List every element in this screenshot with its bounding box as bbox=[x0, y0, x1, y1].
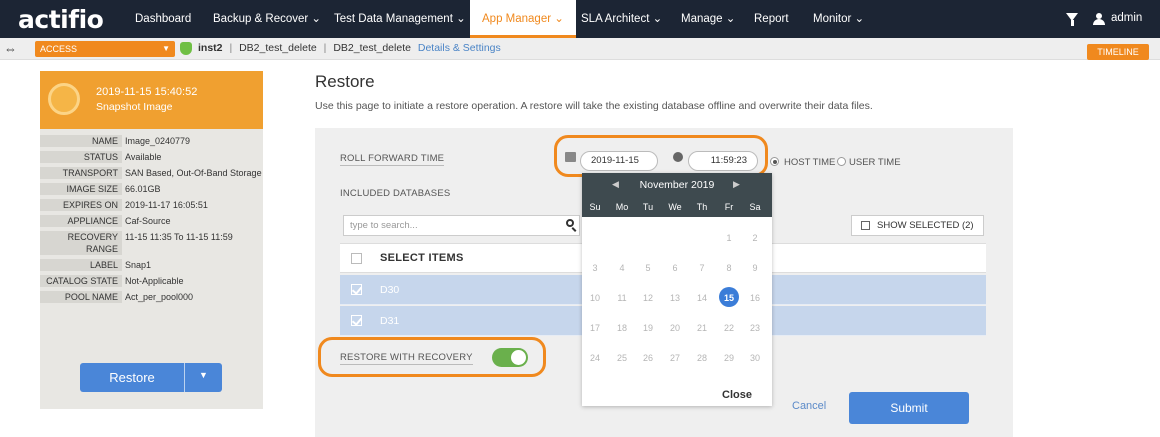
snapshot-type: Snapshot Image bbox=[96, 101, 173, 113]
shield-icon bbox=[180, 42, 192, 55]
prop-image-size: IMAGE SIZE 66.01GB bbox=[40, 181, 263, 197]
snapshot-properties: NAME Image_0240779 STATUS Available TRANSP… bbox=[40, 133, 263, 305]
search-icon[interactable] bbox=[566, 219, 574, 227]
snapshot-icon bbox=[48, 83, 80, 115]
calendar-day[interactable]: 13 bbox=[664, 293, 686, 303]
select-items-header: SELECT ITEMS bbox=[380, 252, 464, 264]
prop-catalog-state: CATALOG STATE Not-Applicable bbox=[40, 273, 263, 289]
calendar-day[interactable]: 20 bbox=[664, 323, 686, 333]
calendar-day[interactable]: 21 bbox=[691, 323, 713, 333]
calendar-day[interactable]: 23 bbox=[744, 323, 766, 333]
restore-options-dropdown[interactable]: ▼ bbox=[185, 370, 222, 380]
date-picker-popup: ◀ November 2019 ▶ Su Mo Tu We Th Fr Sa 1… bbox=[582, 173, 772, 406]
calendar-day[interactable]: 3 bbox=[584, 263, 606, 273]
prop-name: NAME Image_0240779 bbox=[40, 133, 263, 149]
checkbox-icon bbox=[861, 221, 870, 230]
calendar-day[interactable]: 6 bbox=[664, 263, 686, 273]
nav-manage[interactable]: Manage ⌄ bbox=[681, 0, 735, 38]
included-databases-label: INCLUDED DATABASES bbox=[340, 188, 451, 199]
chevron-down-icon: ▼ bbox=[162, 44, 170, 53]
database-name-2: DB2_test_delete bbox=[333, 42, 411, 54]
host-time-radio[interactable] bbox=[770, 157, 779, 166]
prop-appliance: APPLIANCE Caf-Source bbox=[40, 213, 263, 229]
submit-button[interactable]: Submit bbox=[849, 392, 969, 424]
database-name: DB2_test_delete bbox=[239, 42, 317, 54]
timeline-button[interactable]: TIMELINE bbox=[1087, 44, 1149, 60]
row-checkbox[interactable] bbox=[351, 284, 362, 295]
calendar-day[interactable]: 28 bbox=[691, 353, 713, 363]
restore-split-button: Restore ▼ bbox=[80, 363, 222, 392]
nav-report[interactable]: Report bbox=[754, 0, 789, 38]
highlight-recovery bbox=[318, 337, 546, 377]
snapshot-panel: 2019-11-15 15:40:52 Snapshot Image NAME I… bbox=[40, 71, 263, 409]
calendar-days: 1 2 3 4 5 6 7 8 9 10 11 12 13 14 15 16 17 18 19 20 21 22 23 24 2… bbox=[582, 173, 772, 406]
calendar-day[interactable]: 26 bbox=[637, 353, 659, 363]
nav-sla-architect[interactable]: SLA Architect ⌄ bbox=[581, 0, 662, 38]
calendar-day[interactable]: 2 bbox=[744, 233, 766, 243]
snapshot-header: 2019-11-15 15:40:52 Snapshot Image bbox=[40, 71, 263, 129]
calendar-day[interactable]: 9 bbox=[744, 263, 766, 273]
nav-app-manager[interactable]: App Manager ⌄ bbox=[470, 0, 576, 38]
calendar-day[interactable]: 11 bbox=[611, 293, 633, 303]
top-navigation: actifio Dashboard Backup & Recover ⌄ Tes… bbox=[0, 0, 1160, 38]
back-arrow-icon[interactable]: ⇔ bbox=[4, 41, 17, 56]
host-time-label: HOST TIME bbox=[784, 157, 836, 168]
user-menu[interactable]: admin bbox=[1111, 12, 1142, 24]
calendar-day[interactable]: 8 bbox=[718, 263, 740, 273]
nav-dashboard[interactable]: Dashboard bbox=[135, 0, 191, 38]
roll-forward-label: ROLL FORWARD TIME bbox=[340, 153, 445, 166]
calendar-day[interactable]: 18 bbox=[611, 323, 633, 333]
access-label: ACCESS bbox=[40, 44, 78, 54]
calendar-day-selected[interactable]: 15 bbox=[718, 287, 740, 307]
nav-backup-recover[interactable]: Backup & Recover ⌄ bbox=[213, 0, 321, 38]
row-checkbox[interactable] bbox=[351, 315, 362, 326]
calendar-day[interactable]: 5 bbox=[637, 263, 659, 273]
calendar-day[interactable]: 7 bbox=[691, 263, 713, 273]
instance-name: inst2 bbox=[198, 42, 223, 54]
page-title: Restore bbox=[315, 72, 375, 91]
actifio-logo[interactable]: actifio bbox=[18, 5, 104, 34]
calendar-day[interactable]: 16 bbox=[744, 293, 766, 303]
calendar-day[interactable]: 27 bbox=[664, 353, 686, 363]
calendar-day[interactable]: 22 bbox=[718, 323, 740, 333]
prop-recovery-range: RECOVERY RANGE 11-15 11:35 To 11-15 11:59 bbox=[40, 229, 263, 257]
page-description: Use this page to initiate a restore oper… bbox=[315, 100, 873, 112]
highlight-date-time bbox=[554, 135, 768, 177]
calendar-day[interactable]: 10 bbox=[584, 293, 606, 303]
prop-pool-name: POOL NAME Act_per_pool000 bbox=[40, 289, 263, 305]
access-dropdown[interactable]: ACCESS ▼ bbox=[35, 41, 175, 57]
calendar-day[interactable]: 14 bbox=[691, 293, 713, 303]
calendar-day[interactable]: 17 bbox=[584, 323, 606, 333]
show-selected-label: SHOW SELECTED (2) bbox=[877, 220, 974, 231]
details-settings-link[interactable]: Details & Settings bbox=[418, 42, 501, 54]
breadcrumb: inst2 | DB2_test_delete | DB2_test_delet… bbox=[198, 42, 501, 54]
row-label: D31 bbox=[380, 315, 400, 327]
cancel-button[interactable]: Cancel bbox=[792, 400, 826, 412]
select-all-checkbox[interactable] bbox=[351, 253, 362, 264]
calendar-day[interactable]: 25 bbox=[611, 353, 633, 363]
calendar-day[interactable]: 30 bbox=[744, 353, 766, 363]
restore-button[interactable]: Restore bbox=[80, 370, 184, 385]
prop-status: STATUS Available bbox=[40, 149, 263, 165]
calendar-day[interactable]: 12 bbox=[637, 293, 659, 303]
prop-expires-on: EXPIRES ON 2019-11-17 16:05:51 bbox=[40, 197, 263, 213]
row-label: D30 bbox=[380, 284, 400, 296]
user-time-radio[interactable] bbox=[837, 157, 846, 166]
prop-transport: TRANSPORT SAN Based, Out-Of-Band Storage bbox=[40, 165, 263, 181]
snapshot-date: 2019-11-15 15:40:52 bbox=[96, 86, 198, 98]
filter-icon[interactable] bbox=[1066, 13, 1078, 26]
nav-test-data-management[interactable]: Test Data Management ⌄ bbox=[334, 0, 466, 38]
prop-label: LABEL Snap1 bbox=[40, 257, 263, 273]
context-bar: ⇔ ACCESS ▼ inst2 | DB2_test_delete | DB2… bbox=[0, 38, 1160, 60]
show-selected-checkbox[interactable]: SHOW SELECTED (2) bbox=[851, 215, 984, 236]
calendar-day[interactable]: 4 bbox=[611, 263, 633, 273]
search-input[interactable]: type to search... bbox=[343, 215, 580, 236]
nav-monitor[interactable]: Monitor ⌄ bbox=[813, 0, 864, 38]
user-icon[interactable] bbox=[1093, 13, 1105, 25]
calendar-day[interactable]: 19 bbox=[637, 323, 659, 333]
calendar-day[interactable]: 24 bbox=[584, 353, 606, 363]
calendar-day[interactable]: 29 bbox=[718, 353, 740, 363]
calendar-day[interactable]: 1 bbox=[718, 233, 740, 243]
user-time-label: USER TIME bbox=[849, 157, 901, 168]
